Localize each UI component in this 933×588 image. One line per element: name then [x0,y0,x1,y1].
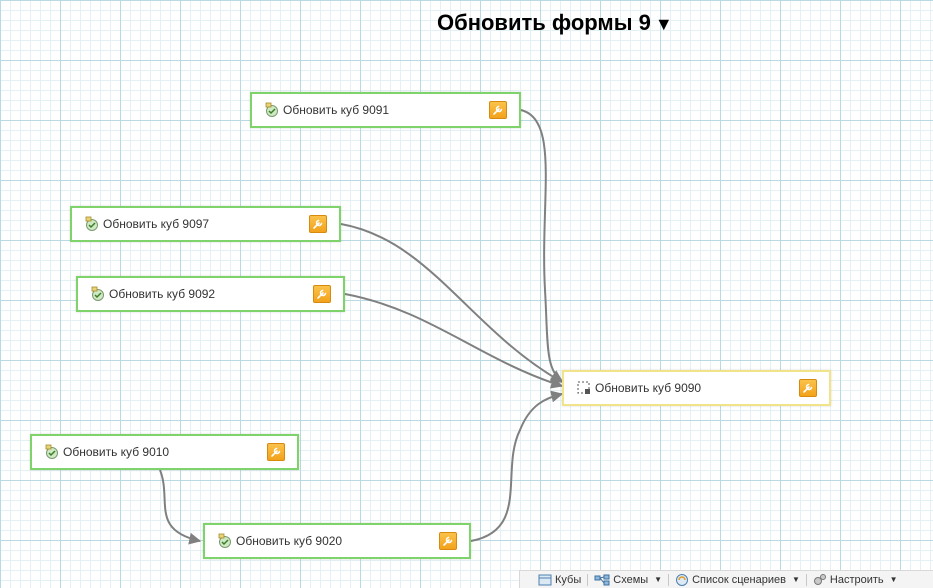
cube-refresh-icon [44,444,60,460]
node-cube-9090[interactable]: Обновить куб 9090 [562,370,831,406]
scenarios-label: Список сценариев [692,573,786,586]
scenarios-list-button[interactable]: Список сценариев ▼ [669,573,806,587]
wrench-icon[interactable] [267,443,285,461]
settings-button[interactable]: Настроить ▼ [807,573,904,587]
node-label: Обновить куб 9097 [103,217,210,231]
gear-icon [813,573,826,585]
chevron-down-icon[interactable]: ▼ [654,575,662,584]
node-cube-9010[interactable]: Обновить куб 9010 [30,434,299,470]
node-label: Обновить куб 9092 [109,287,216,301]
node-label: Обновить куб 9010 [63,445,170,459]
node-label: Обновить куб 9020 [236,534,343,548]
wrench-icon[interactable] [439,532,457,550]
schemes-label: Схемы [613,573,649,586]
node-label: Обновить куб 9090 [595,381,702,395]
wrench-icon[interactable] [309,215,327,233]
schemes-icon [594,574,610,585]
cubes-button[interactable]: Кубы [520,574,587,586]
bottom-toolbar: Кубы Схемы ▼ Список сценариев ▼ Настроит… [519,570,933,588]
cube-refresh-icon [217,533,233,549]
node-cube-9020[interactable]: Обновить куб 9020 [203,523,471,559]
wrench-icon[interactable] [313,285,331,303]
cubes-label: Кубы [555,573,582,586]
node-cube-9091[interactable]: Обновить куб 9091 [250,92,521,128]
cube-refresh-icon [90,286,106,302]
wrench-icon[interactable] [489,101,507,119]
chevron-down-icon[interactable]: ▼ [792,575,800,584]
chevron-down-icon[interactable]: ▼ [890,575,898,584]
wrench-icon[interactable] [799,379,817,397]
settings-label: Настроить [829,573,884,586]
scenarios-icon [676,573,689,586]
diagram-title-text: Обновить формы 9 [437,10,651,35]
cube-refresh-icon [84,216,100,232]
node-cube-9092[interactable]: Обновить куб 9092 [76,276,345,312]
selection-icon [576,380,592,396]
cubes-icon [538,574,552,585]
diagram-title[interactable]: Обновить формы 9 ▼ [437,10,673,36]
schemes-button[interactable]: Схемы ▼ [588,574,668,586]
node-label: Обновить куб 9091 [283,103,390,117]
node-cube-9097[interactable]: Обновить куб 9097 [70,206,341,242]
title-dropdown-icon[interactable]: ▼ [655,14,673,34]
cube-refresh-icon [264,102,280,118]
